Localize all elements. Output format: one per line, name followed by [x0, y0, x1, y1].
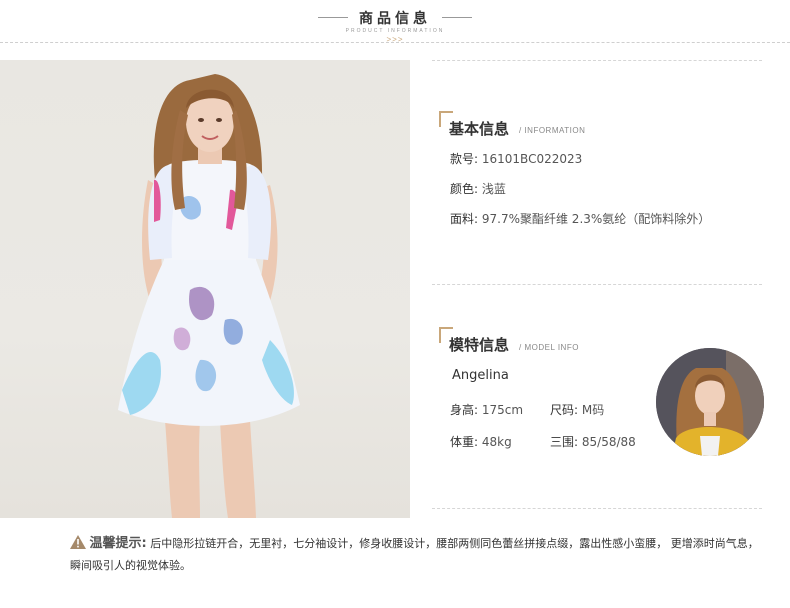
- page-title: 商品信息: [359, 11, 431, 27]
- section-header: 商品信息 PRODUCT INFORMATION >>>: [0, 0, 790, 50]
- height-label: 身高:: [450, 403, 479, 417]
- info-row-style-no: 款号: 16101BC022023: [450, 150, 582, 167]
- info-value: 16101BC022023: [481, 152, 583, 166]
- divider-top: [432, 60, 762, 61]
- tip-text: 后中隐形拉链开合，无里衬，七分袖设计，修身收腰设计，腰部两侧同色蕾丝拼接点缀，露…: [70, 537, 759, 572]
- model-name: Angelina: [452, 368, 509, 383]
- model-size: 尺码: M码: [550, 401, 604, 418]
- info-label: 颜色:: [450, 182, 479, 196]
- weight-value: 48kg: [481, 435, 512, 449]
- size-label: 尺码:: [550, 403, 579, 417]
- weight-label: 体重:: [450, 435, 479, 449]
- tip-label: 温馨提示:: [89, 536, 147, 551]
- model-info-title: 模特信息: [449, 336, 510, 354]
- basic-info-title: 基本信息: [449, 120, 510, 138]
- measure-label: 三围:: [550, 435, 579, 449]
- model-dress-illustration: [118, 74, 300, 518]
- info-row-fabric: 面料: 97.7%聚酯纤维 2.3%氨纶（配饰料除外）: [450, 210, 710, 227]
- tip-notice: 温馨提示: 后中隐形拉链开合，无里衬，七分袖设计，修身收腰设计，腰部两侧同色蕾丝…: [70, 534, 760, 576]
- model-weight: 体重: 48kg: [450, 433, 512, 450]
- height-value: 175cm: [481, 403, 524, 417]
- info-label: 款号:: [450, 152, 479, 166]
- info-label: 面料:: [450, 212, 479, 226]
- divider-middle: [432, 284, 762, 285]
- page-subtitle: PRODUCT INFORMATION: [345, 28, 445, 34]
- product-photo: [0, 60, 410, 518]
- model-portrait-illustration: [656, 348, 764, 456]
- model-height: 身高: 175cm: [450, 401, 523, 418]
- model-info-subtitle: / MODEL INFO: [519, 343, 579, 352]
- measure-value: 85/58/88: [581, 435, 636, 449]
- title-rule-right: [442, 17, 472, 18]
- model-measurements: 三围: 85/58/88: [550, 433, 636, 450]
- info-value: 97.7%聚酯纤维 2.3%氨纶（配饰料除外）: [481, 212, 711, 226]
- warning-icon: [70, 535, 86, 556]
- model-avatar: [656, 348, 764, 456]
- basic-info-subtitle: / INFORMATION: [519, 126, 586, 135]
- divider-bottom: [432, 508, 762, 509]
- size-value: M码: [581, 403, 605, 417]
- header-divider: [0, 42, 790, 43]
- info-value: 浅蓝: [481, 182, 506, 196]
- info-row-color: 颜色: 浅蓝: [450, 180, 506, 197]
